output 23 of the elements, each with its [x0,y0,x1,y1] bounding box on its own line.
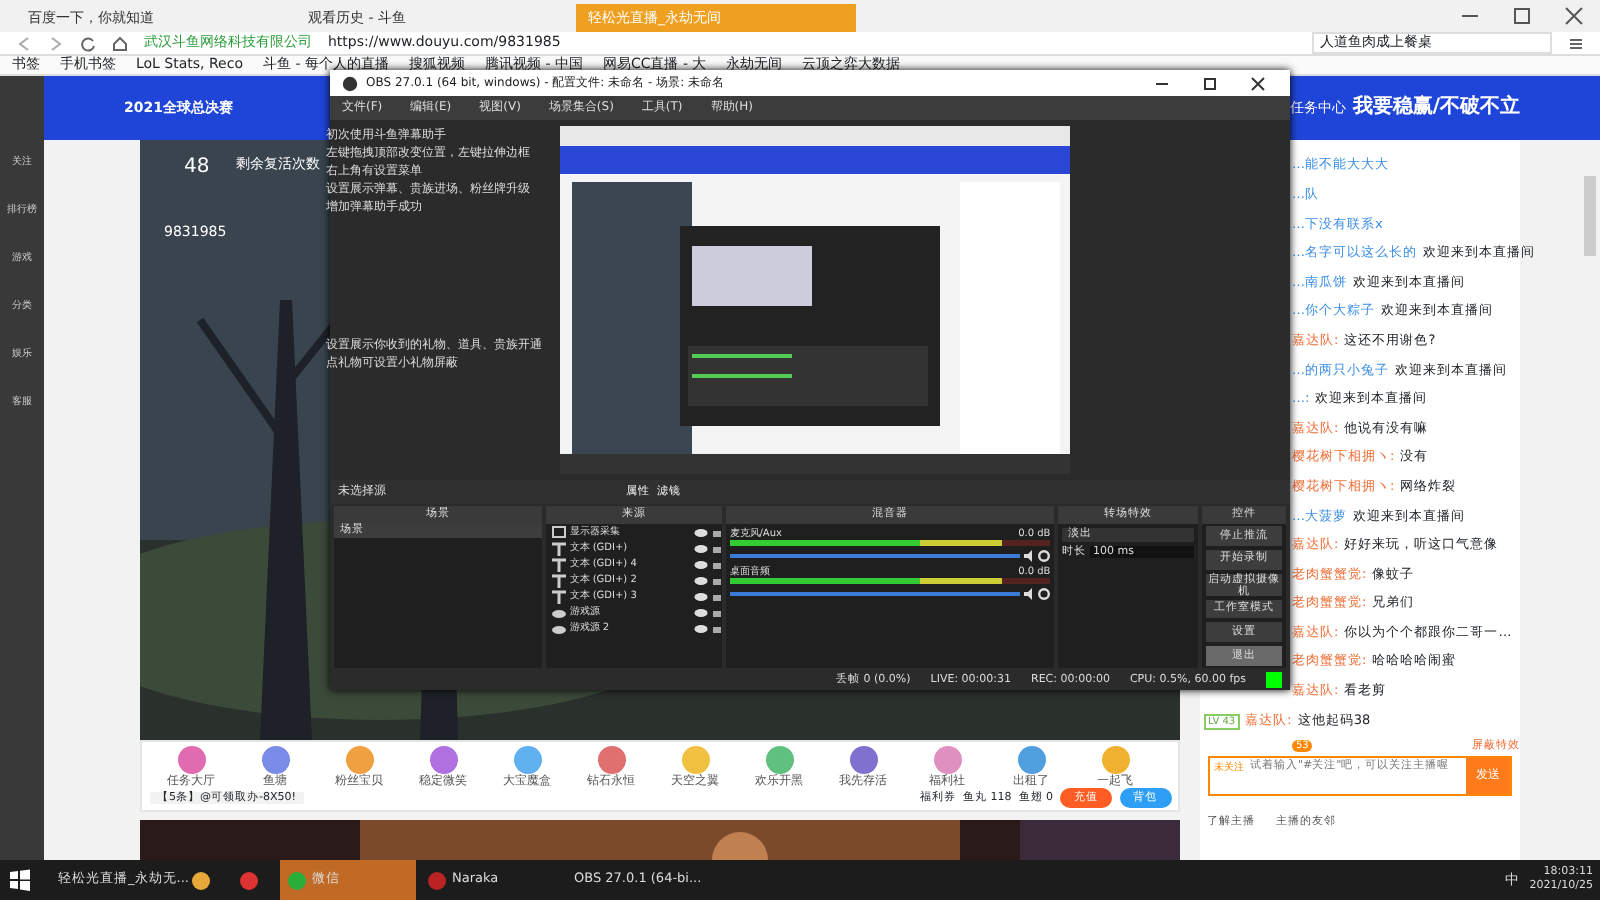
scrollbar[interactable] [1584,176,1596,256]
close-icon[interactable] [1564,6,1584,26]
menu-icon[interactable] [1568,35,1584,51]
gift-icon[interactable] [597,745,625,774]
gift-icon[interactable] [1017,745,1045,774]
viewer-count: 48 [184,156,210,180]
volume-slider[interactable] [729,553,1020,558]
banner-slogan: 我要稳赢/不破不立 [1352,96,1520,120]
home-icon[interactable] [112,35,128,51]
gift-icon[interactable] [177,745,205,774]
maximize-icon[interactable] [1512,6,1532,26]
status-indicator [1266,672,1282,688]
speaker-icon[interactable] [1023,549,1035,562]
monitor-icon [552,525,566,539]
close-icon[interactable] [1250,75,1266,91]
gift-icon[interactable] [849,745,877,774]
gift-icon[interactable] [429,745,457,774]
reload-icon[interactable] [80,35,96,51]
settings-icon[interactable] [1038,549,1051,562]
obs-logo-icon [342,75,358,91]
gift-icon[interactable] [261,745,289,774]
maximize-icon[interactable] [1202,75,1218,91]
settings-icon[interactable] [1038,587,1051,599]
